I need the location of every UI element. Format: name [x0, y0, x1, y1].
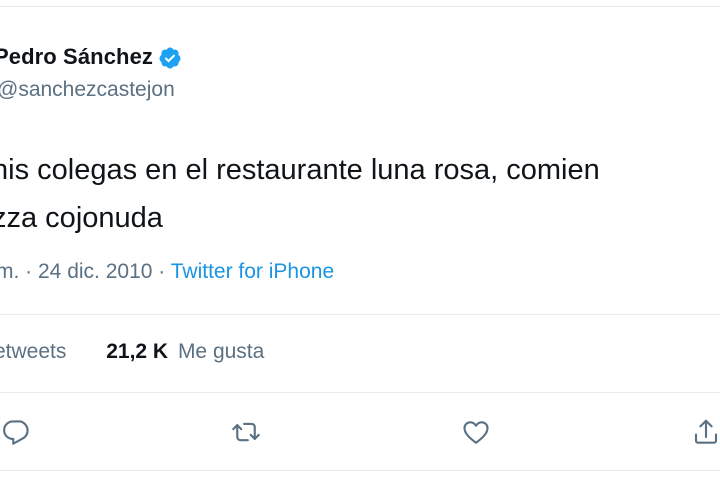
divider — [0, 314, 720, 315]
divider — [0, 470, 720, 471]
divider — [0, 392, 720, 393]
meta-separator: · — [25, 260, 38, 283]
author-display-name[interactable]: Pedro Sánchez — [0, 44, 153, 70]
author-row[interactable]: Pedro Sánchez — [0, 44, 182, 70]
retweet-button[interactable] — [226, 412, 266, 452]
tweet-actions — [0, 412, 720, 452]
engagement-stats: etweets 21,2 K Me gusta — [0, 340, 264, 364]
reply-icon — [3, 420, 29, 445]
retweet-icon — [232, 422, 260, 442]
tweet-text-line: nis colegas en el restaurante luna rosa,… — [0, 154, 600, 186]
tweet-date[interactable]: 24 dic. 2010 — [38, 260, 152, 283]
like-button[interactable] — [456, 412, 496, 452]
verified-badge-icon — [158, 46, 182, 70]
share-button[interactable] — [686, 412, 720, 452]
retweets-label: etweets — [0, 340, 67, 363]
tweet-source-link[interactable]: Twitter for iPhone — [171, 260, 334, 283]
tweet-text: nis colegas en el restaurante luna rosa,… — [0, 146, 600, 242]
tweet-card: Pedro Sánchez @sanchezcastejon nis coleg… — [0, 0, 720, 480]
reply-button[interactable] — [0, 412, 36, 452]
tweet-meta: m. · 24 dic. 2010 · Twitter for iPhone — [0, 260, 334, 284]
meta-separator: · — [158, 260, 171, 283]
tweet-text-line: zza cojonuda — [0, 202, 163, 234]
likes-stat[interactable]: 21,2 K Me gusta — [106, 340, 264, 364]
top-divider — [0, 6, 720, 7]
retweets-stat[interactable]: etweets — [0, 340, 66, 364]
heart-icon — [463, 421, 489, 444]
tweet-time[interactable]: m. — [0, 260, 19, 283]
likes-label: Me gusta — [177, 340, 265, 363]
share-icon — [694, 419, 718, 444]
likes-count: 21,2 K — [106, 340, 169, 363]
author-handle[interactable]: @sanchezcastejon — [0, 78, 175, 102]
